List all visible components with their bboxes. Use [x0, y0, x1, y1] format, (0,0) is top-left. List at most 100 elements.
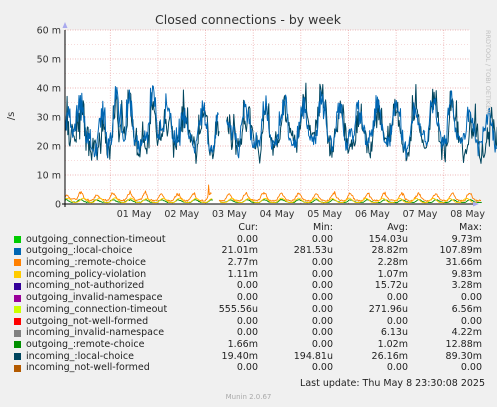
legend-cur: 1.66m [227, 338, 258, 350]
legend-avg: 2.28m [377, 257, 408, 269]
legend-cur: 555.56u [218, 303, 258, 315]
legend-min: 0.00 [311, 268, 333, 280]
y-tick-label: 30 m [37, 113, 61, 124]
legend-cur: 0.00 [236, 315, 258, 327]
legend-min: 0.00 [311, 280, 333, 292]
legend-item-outgoing-local-choice: outgoing_:local-choice 21.01m 281.53u 28.82… [12, 245, 492, 257]
y-tick-label: 40 m [37, 84, 61, 95]
legend-min: 0.00 [311, 257, 333, 269]
legend-max: 6.56m [451, 303, 482, 315]
legend-cur: 0.00 [236, 292, 258, 304]
legend-max: 0.00 [460, 292, 482, 304]
legend-avg: 0.00 [386, 292, 408, 304]
legend-item-incoming-connection-timeout: incoming_connection-timeout 555.56u 0.00 27… [12, 304, 492, 316]
munin-version: Munin 2.0.67 [225, 393, 272, 401]
legend-item-outgoing-remote-choice: outgoing_:remote-choice 1.66m 0.00 1.02m 12.… [12, 339, 492, 351]
legend-avg: 26.16m [371, 350, 408, 362]
legend-min: 0.00 [311, 233, 333, 245]
legend-max: 31.66m [445, 257, 482, 269]
legend-cur: 2.77m [227, 257, 258, 269]
legend-min: 0.00 [311, 315, 333, 327]
legend-max: 3.28m [451, 280, 482, 292]
legend-item-outgoing-invalid-namespace: outgoing_invalid-namespace 0.00 0.00 0.00 0.… [12, 292, 492, 304]
legend-swatch [14, 317, 21, 325]
legend-col-min: Min: [312, 222, 333, 233]
x-tick-label: 04 May [260, 209, 295, 220]
legend-name: outgoing_:local-choice [26, 245, 133, 257]
legend-name: outgoing_invalid-namespace [26, 292, 163, 304]
legend-cur: 0.00 [236, 362, 258, 374]
legend-name: outgoing_connection-timeout [26, 233, 166, 245]
legend-min: 0.00 [311, 292, 333, 304]
legend-item-incoming-not-well-formed: incoming_not-well-formed 0.00 0.00 0.00 0.00 [12, 362, 492, 374]
legend-max: 107.89m [439, 245, 483, 257]
legend-max: 12.88m [445, 338, 482, 350]
legend-header: Cur: Min: Avg: Max: [12, 222, 492, 234]
legend-item-incoming-remote-choice: incoming_:remote-choice 2.77m 0.00 2.28m 31.… [12, 257, 492, 269]
y-tick-label: 10 m [37, 171, 61, 182]
legend-name: incoming_invalid-namespace [26, 327, 165, 339]
legend-name: incoming_not-authorized [26, 280, 145, 292]
legend-item-incoming-invalid-namespace: incoming_invalid-namespace 0.00 0.00 6.13u 4… [12, 327, 492, 339]
legend-name: outgoing_:remote-choice [26, 338, 145, 350]
legend-item-incoming-not-authorized: incoming_not-authorized 0.00 0.00 15.72u 3.2… [12, 280, 492, 292]
chart-title: Closed connections - by week [155, 12, 342, 27]
y-axis-label: /s [6, 112, 17, 121]
legend-max: 9.73m [451, 233, 482, 245]
legend-avg: 0.00 [386, 315, 408, 327]
legend-cur: 0.00 [236, 327, 258, 339]
x-tick-label: 07 May [403, 209, 438, 220]
legend-name: incoming_policy-violation [26, 268, 147, 280]
legend-name: incoming_:local-choice [26, 350, 134, 362]
legend-swatch [14, 271, 21, 279]
legend-swatch [14, 341, 21, 349]
legend-swatch [14, 329, 21, 337]
legend-max: 0.00 [460, 315, 482, 327]
legend-cur: 1.11m [227, 268, 258, 280]
rrdtool-credit: RRDTOOL / TOBI OETIKER [484, 30, 492, 114]
chart: 0 10 m 20 m 30 m 40 m 50 m 60 m 01 May 02 May 03… [6, 12, 497, 220]
legend: Cur: Min: Avg: Max: outgoing_connection-… [12, 222, 492, 374]
legend-max: 4.22m [451, 327, 482, 339]
y-tick-label: 60 m [37, 26, 61, 37]
legend-max: 89.30m [445, 350, 482, 362]
legend-max: 9.83m [451, 268, 482, 280]
legend-avg: 28.82m [371, 245, 408, 257]
legend-col-avg: Avg: [387, 222, 408, 233]
legend-name: incoming_not-well-formed [26, 362, 150, 374]
legend-name: incoming_:remote-choice [26, 257, 146, 269]
legend-min: 0.00 [311, 327, 333, 339]
legend-item-outgoing-not-well-formed: outgoing_not-well-formed 0.00 0.00 0.00 0.00 [12, 316, 492, 328]
x-tick-label: 05 May [307, 209, 342, 220]
legend-min: 194.81u [293, 350, 333, 362]
legend-avg: 154.03u [368, 233, 408, 245]
legend-item-incoming-policy-violation: incoming_policy-violation 1.11m 0.00 1.07m 9… [12, 269, 492, 281]
y-tick-label: 50 m [37, 55, 61, 66]
legend-swatch [14, 282, 21, 290]
y-axis-ticks: 0 10 m 20 m 30 m 40 m 50 m 60 m [37, 26, 61, 211]
legend-min: 0.00 [311, 338, 333, 350]
legend-swatch [14, 352, 21, 360]
legend-name: incoming_connection-timeout [26, 303, 168, 315]
legend-cur: 0.00 [236, 280, 258, 292]
legend-name: outgoing_not-well-formed [26, 315, 149, 327]
legend-min: 281.53u [293, 245, 333, 257]
legend-avg: 271.96u [368, 303, 408, 315]
legend-item-incoming-local-choice: incoming_:local-choice 19.40m 194.81u 26.16… [12, 351, 492, 363]
x-tick-label: 02 May [164, 209, 199, 220]
legend-avg: 1.02m [377, 338, 408, 350]
x-axis-ticks: 01 May 02 May 03 May 04 May 05 May 06 May 07 M… [117, 209, 486, 220]
legend-swatch [14, 364, 21, 372]
x-tick-label: 06 May [355, 209, 390, 220]
x-tick-label: 01 May [117, 209, 152, 220]
legend-swatch [14, 306, 21, 314]
legend-col-cur: Cur: [238, 222, 258, 233]
legend-cur: 21.01m [221, 245, 258, 257]
y-tick-label: 0 [55, 200, 61, 211]
legend-swatch [14, 294, 21, 302]
x-tick-label: 03 May [212, 209, 247, 220]
legend-avg: 0.00 [386, 362, 408, 374]
legend-avg: 15.72u [374, 280, 408, 292]
legend-swatch [14, 236, 21, 244]
legend-rows: outgoing_connection-timeout 0.00 0.00 154.0… [12, 234, 492, 374]
